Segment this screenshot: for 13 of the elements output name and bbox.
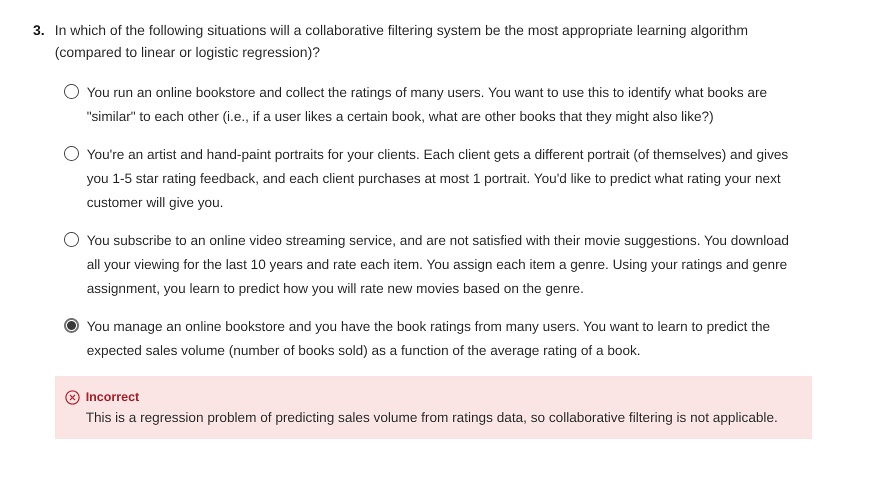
- radio-button[interactable]: [64, 232, 79, 247]
- close-circle-icon: [64, 390, 80, 405]
- option-text: You manage an online bookstore and you have the book ratings from many users. You want to learn to predict the expected sales volume (number of books sold) as a function of the average rating of a book.: [86, 318, 772, 360]
- question-number: 3.: [33, 21, 45, 40]
- radio-button[interactable]: [64, 146, 79, 161]
- option-text: You subscribe to an online video streaming service, and are not satisfied with their movie suggestions. You download all your viewing for the last 10 years and rate each item. You assign each item a genre. Using your ratings and genre assignment, you learn to predict how you will rate new movies based on the genre.: [86, 232, 790, 298]
- feedback-title: Incorrect: [86, 389, 140, 406]
- feedback-text: This is a regression problem of predicting sales volume from ratings data, so collaborative filtering is not applicable.: [86, 409, 779, 427]
- option-text: You're an artist and hand-paint portraits for your clients. Each client gets a different portrait (of themselves) and gives you 1-5 star rating feedback, and each client purchases at most 1 portrait. You'd like to predict what rating your next customer will give you.: [86, 146, 790, 212]
- radio-button[interactable]: [64, 84, 79, 99]
- question-text: In which of the following situations will a collaborative filtering system be the most appropriate learning algorithm (compared to linear or logistic regression)?: [54, 21, 750, 62]
- radio-button[interactable]: [64, 318, 79, 333]
- option-text: You run an online bookstore and collect the ratings of many users. You want to use this to identify what books are "similar" to each other (i.e., if a user likes a certain book, what are other books that they might also like?): [86, 84, 768, 126]
